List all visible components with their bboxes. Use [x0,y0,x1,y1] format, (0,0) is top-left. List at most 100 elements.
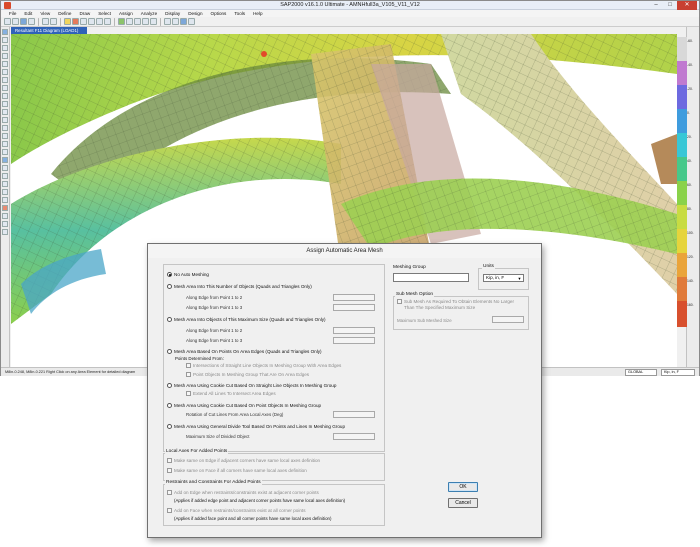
snap-intersections-icon[interactable] [2,181,8,187]
show-deformed-icon[interactable] [164,18,171,25]
check-intersections[interactable]: Intersections of Straight Line Objects I… [186,363,341,368]
draw-point-icon[interactable] [2,45,8,51]
rotate-icon[interactable] [150,18,157,25]
pointer-icon[interactable] [2,29,8,35]
draw-reference-point-icon[interactable] [2,117,8,123]
snap-ends-icon[interactable] [2,173,8,179]
menu-assign[interactable]: Assign [115,10,137,17]
snap-lines-icon[interactable] [2,197,8,203]
menu-edit[interactable]: Edit [20,10,36,17]
max-divided-input[interactable] [333,433,375,440]
radio-selected-icon[interactable] [167,272,172,277]
draw-cable-icon[interactable] [2,61,8,67]
zoom-out-icon[interactable] [96,18,103,25]
minimize-button[interactable]: – [649,1,663,10]
lock-icon[interactable] [64,18,71,25]
draw-frame-icon[interactable] [2,53,8,59]
coord-system-select[interactable]: GLOBAL [625,369,657,376]
snap-perpendicular-icon[interactable] [2,189,8,195]
menu-design[interactable]: Design [184,10,206,17]
draw-rect-area-icon[interactable] [2,77,8,83]
option-cookie-cut-points[interactable]: Mesh Area Using Cookie Cut Based On Poin… [167,403,321,408]
menu-help[interactable]: Help [249,10,266,17]
save-icon[interactable] [20,18,27,25]
select-all-icon[interactable] [2,133,8,139]
show-tables-icon[interactable] [180,18,187,25]
snap-midpoint-icon[interactable] [2,213,8,219]
quick-draw-icon[interactable] [2,125,8,131]
open-file-icon[interactable] [12,18,19,25]
pan-icon[interactable] [104,18,111,25]
xz-plane-icon[interactable] [2,229,8,235]
maximize-button[interactable]: □ [663,1,677,10]
new-model-icon[interactable] [4,18,11,25]
draw-dimension-icon[interactable] [2,109,8,115]
clear-selection-icon[interactable] [2,149,8,155]
units-select[interactable]: Kip, in, F [661,369,695,376]
checkbox-icon[interactable] [167,458,172,463]
option-general-divide[interactable]: Mesh Area Using General Divide Tool Base… [167,424,345,429]
view-yz-icon[interactable] [142,18,149,25]
checkbox-icon[interactable] [167,508,172,513]
menu-draw[interactable]: Draw [75,10,94,17]
cancel-button[interactable]: Cancel [448,498,478,508]
zoom-window-icon[interactable] [80,18,87,25]
run-analysis-icon[interactable] [72,18,79,25]
radio-icon[interactable] [167,349,172,354]
option-mesh-edge-points[interactable]: Mesh Area Based On Points On Area Edges … [167,349,322,354]
display-options-icon[interactable] [188,18,195,25]
menu-file[interactable]: File [5,10,20,17]
chevron-down-icon[interactable]: ▼ [517,276,522,281]
option-no-auto-meshing[interactable]: No Auto Meshing [167,272,209,277]
checkbox-icon[interactable] [186,391,191,396]
draw-section-cut-icon[interactable] [2,101,8,107]
radio-icon[interactable] [167,284,172,289]
checkbox-icon[interactable] [167,468,172,473]
rotation-input[interactable] [333,411,375,418]
draw-link-icon[interactable] [2,93,8,99]
option-cookie-cut-lines[interactable]: Mesh Area Using Cookie Cut Based On Stra… [167,383,336,388]
intersecting-line-select-icon[interactable] [2,157,8,163]
check-local-face[interactable]: Make same on Face if all corners have sa… [167,468,307,473]
meshing-group-select[interactable] [393,273,469,282]
menu-view[interactable]: View [36,10,54,17]
snap-fine-grid-icon[interactable] [2,205,8,211]
radio-icon[interactable] [167,317,172,322]
undo-icon[interactable] [42,18,49,25]
checkbox-icon[interactable] [186,372,191,377]
radio-icon[interactable] [167,424,172,429]
units-dropdown[interactable]: Kip, in, F ▼ [483,274,524,282]
menu-options[interactable]: Options [207,10,231,17]
ok-button[interactable]: OK [448,482,478,492]
document-tab[interactable]: Resultant F11 Diagram (LOAD1) [11,27,87,34]
maxsize-edge-1-2-input[interactable] [333,327,375,334]
get-previous-selection-icon[interactable] [2,141,8,147]
view-3d-icon[interactable] [118,18,125,25]
checkbox-icon[interactable] [186,363,191,368]
menu-define[interactable]: Define [54,10,75,17]
draw-area-icon[interactable] [2,69,8,75]
check-local-edge[interactable]: Make same on Edge if adjacent corners ha… [167,458,320,463]
check-restraint-edge[interactable]: Add on Edge when restraints/constraints … [167,490,319,495]
check-extend-lines[interactable]: Extend All Lines To Intersect Area Edges [186,391,276,396]
xy-plane-icon[interactable] [2,221,8,227]
number-edge-1-3-input[interactable] [333,304,375,311]
menu-tools[interactable]: Tools [230,10,249,17]
reshape-icon[interactable] [2,37,8,43]
radio-icon[interactable] [167,403,172,408]
option-mesh-number[interactable]: Mesh Area Into This Number of Objects (Q… [167,284,312,289]
checkbox-icon[interactable] [397,299,402,304]
option-mesh-max-size[interactable]: Mesh Area Into Objects of This Maximum S… [167,317,326,322]
print-icon[interactable] [28,18,35,25]
snap-joints-icon[interactable] [2,165,8,171]
radio-icon[interactable] [167,383,172,388]
zoom-in-icon[interactable] [88,18,95,25]
draw-solid-icon[interactable] [2,85,8,91]
checkbox-icon[interactable] [167,490,172,495]
close-button[interactable]: ✕ [677,1,697,10]
view-xz-icon[interactable] [134,18,141,25]
check-submesh[interactable]: Sub Mesh As Required To Obtain Elements … [397,299,516,311]
redo-icon[interactable] [50,18,57,25]
menu-analyze[interactable]: Analyze [137,10,161,17]
show-forces-icon[interactable] [172,18,179,25]
